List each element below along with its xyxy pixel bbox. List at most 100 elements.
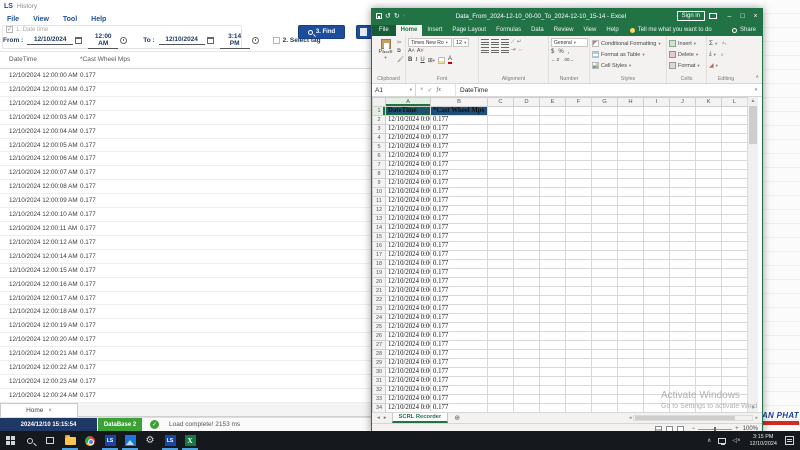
cell[interactable]: 12/10/2024 0:00 <box>386 170 431 179</box>
cell[interactable] <box>670 161 696 170</box>
cell[interactable] <box>540 323 566 332</box>
cell[interactable] <box>592 125 618 134</box>
close-tab-icon[interactable]: × <box>48 408 52 414</box>
cell[interactable] <box>566 296 592 305</box>
cell[interactable] <box>566 224 592 233</box>
cell[interactable]: 12/10/2024 0:00 <box>386 224 431 233</box>
cell[interactable] <box>540 161 566 170</box>
cell[interactable] <box>696 377 722 386</box>
cell[interactable] <box>592 404 618 413</box>
fill-color-icon[interactable] <box>438 57 445 64</box>
cell[interactable] <box>696 332 722 341</box>
cell[interactable] <box>644 386 670 395</box>
cell[interactable] <box>618 359 644 368</box>
indent-icon[interactable]: ⇥ <box>511 47 516 53</box>
cell[interactable] <box>722 260 748 269</box>
cell[interactable] <box>566 269 592 278</box>
cell[interactable] <box>566 134 592 143</box>
cell[interactable] <box>722 197 748 206</box>
cell[interactable] <box>618 305 644 314</box>
cell[interactable] <box>722 278 748 287</box>
column-header[interactable]: H <box>618 98 644 107</box>
cell[interactable] <box>592 251 618 260</box>
accounting-format-icon[interactable]: $ <box>551 49 554 55</box>
cell[interactable] <box>696 116 722 125</box>
cell[interactable] <box>540 242 566 251</box>
row-header[interactable]: 8 <box>373 170 386 179</box>
name-box[interactable]: A1▾ <box>372 84 416 96</box>
clock-icon[interactable] <box>120 37 127 44</box>
cell[interactable] <box>514 188 540 197</box>
cell[interactable] <box>592 134 618 143</box>
merge-center-icon[interactable]: ⇔ <box>518 47 524 53</box>
cell[interactable]: 12/10/2024 0:00 <box>386 377 431 386</box>
cell[interactable] <box>488 242 514 251</box>
cell[interactable] <box>670 134 696 143</box>
cell[interactable] <box>540 134 566 143</box>
cell[interactable] <box>488 134 514 143</box>
cell[interactable] <box>722 215 748 224</box>
cell[interactable] <box>540 341 566 350</box>
cell[interactable] <box>644 350 670 359</box>
cell[interactable] <box>644 296 670 305</box>
cell[interactable] <box>566 116 592 125</box>
cell[interactable]: 12/10/2024 0:00 <box>386 305 431 314</box>
cell[interactable]: 12/10/2024 0:00 <box>386 134 431 143</box>
cell[interactable] <box>592 278 618 287</box>
cell[interactable] <box>488 251 514 260</box>
cell[interactable] <box>566 152 592 161</box>
decrease-decimal-icon[interactable]: .00→ <box>563 57 574 62</box>
cell[interactable] <box>514 269 540 278</box>
cell[interactable]: 0.177 <box>431 368 488 377</box>
network-icon[interactable] <box>718 438 726 444</box>
tab-page-layout[interactable]: Page Layout <box>447 25 491 36</box>
row-header[interactable]: 4 <box>373 134 386 143</box>
cell[interactable] <box>722 233 748 242</box>
orientation-icon[interactable]: ⟋ <box>511 39 515 46</box>
cell[interactable]: 0.177 <box>431 341 488 350</box>
scroll-up-icon[interactable]: ▲ <box>748 98 758 104</box>
cell[interactable] <box>670 179 696 188</box>
cell[interactable] <box>514 368 540 377</box>
cell[interactable] <box>514 287 540 296</box>
cell[interactable] <box>722 368 748 377</box>
row-header[interactable]: 31 <box>373 377 386 386</box>
cell[interactable] <box>566 170 592 179</box>
cell[interactable] <box>592 242 618 251</box>
cell[interactable]: 12/10/2024 0:00 <box>386 332 431 341</box>
cell[interactable] <box>488 260 514 269</box>
cell[interactable] <box>540 206 566 215</box>
paste-button[interactable]: Paste▾ <box>378 39 394 61</box>
cell[interactable] <box>592 152 618 161</box>
cell[interactable] <box>722 251 748 260</box>
cell[interactable]: 12/10/2024 0:00 <box>386 278 431 287</box>
cell[interactable] <box>644 287 670 296</box>
format-cells-button[interactable]: Format▾ <box>669 60 705 71</box>
cell[interactable]: 0.177 <box>431 386 488 395</box>
cell[interactable] <box>540 377 566 386</box>
grow-font-icon[interactable]: A˄ <box>408 48 415 54</box>
cell[interactable] <box>696 215 722 224</box>
cell[interactable] <box>644 116 670 125</box>
cell[interactable] <box>592 332 618 341</box>
cell[interactable] <box>618 215 644 224</box>
select-tag-checkbox[interactable] <box>273 37 280 44</box>
row-header[interactable]: 7 <box>373 161 386 170</box>
cell[interactable] <box>722 314 748 323</box>
menu-help[interactable]: Help <box>91 16 106 23</box>
cell[interactable] <box>722 170 748 179</box>
cell[interactable] <box>696 386 722 395</box>
cell[interactable] <box>722 269 748 278</box>
cell[interactable] <box>514 386 540 395</box>
find-select-icon[interactable]: ⌕ <box>721 52 724 58</box>
cell[interactable] <box>722 152 748 161</box>
insert-function-icon[interactable]: fx <box>437 87 441 93</box>
copy-icon[interactable]: ⧉ <box>397 48 404 55</box>
cell[interactable]: 0.177 <box>431 206 488 215</box>
cell[interactable] <box>644 107 670 116</box>
row-header[interactable]: 23 <box>373 305 386 314</box>
cell[interactable] <box>514 116 540 125</box>
row-header[interactable]: 1 <box>373 107 386 116</box>
start-button[interactable] <box>0 431 20 450</box>
cell[interactable] <box>566 332 592 341</box>
